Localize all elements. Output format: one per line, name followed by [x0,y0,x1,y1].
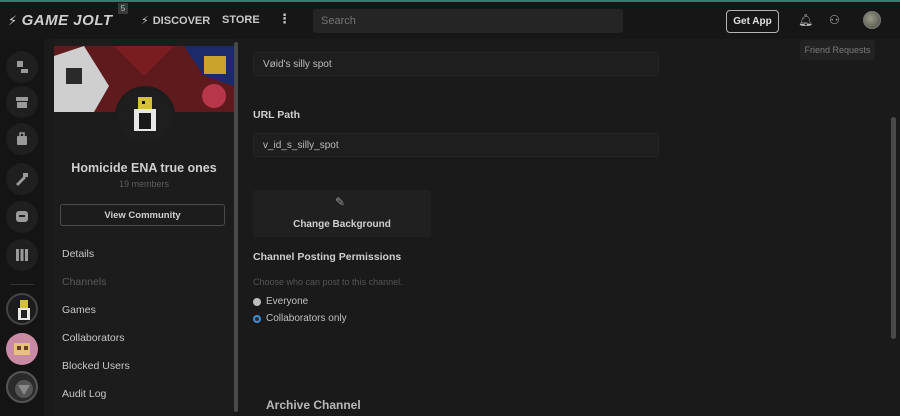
sidebar-item-blocked-users[interactable]: Blocked Users [62,360,130,372]
sidebar-item-audit-log[interactable]: Audit Log [62,388,106,400]
community-avatar-gray[interactable] [6,371,38,403]
get-app-button[interactable]: Get App [726,10,779,33]
nav-discover[interactable]: ⚡ DISCOVER [141,14,211,28]
url-path-label: URL Path [253,109,301,121]
url-path-input[interactable]: v_id_s_silly_spot [253,133,659,157]
channel-settings-form: Vøid's silly spot URL Path v_id_s_silly_… [240,39,890,416]
main-scrollbar[interactable] [891,117,896,339]
store-icon[interactable] [6,86,38,118]
view-community-button[interactable]: View Community [60,204,225,226]
community-avatar-pink[interactable] [6,333,38,365]
bolt-icon: ⚡ [8,12,18,28]
chat-icon[interactable] [6,201,38,233]
community-name: Homicide ENA true ones [71,161,217,175]
user-avatar[interactable] [863,11,881,29]
sidebar-item-details[interactable]: Details [62,248,94,260]
member-count: 19 members [118,179,170,189]
radio-everyone-label: Everyone [266,296,309,307]
discover-icon: ⚡ [141,15,149,27]
radio-collaborators-label: Collaborators only [266,313,347,324]
radio-collaborators-only[interactable]: Collaborators only [253,313,347,324]
version-badge: 5 [118,3,128,14]
more-menu-icon[interactable]: ⋮ [278,11,291,27]
radio-everyone-dot [253,297,261,306]
change-background-button[interactable]: ✎ Change Background [253,190,431,237]
permissions-hint: Choose who can post to this channel. [253,277,403,287]
radio-collaborators-dot [253,314,261,323]
community-sidebar: Homicide ENA true ones 19 members View C… [54,39,234,416]
nav-discover-label: DISCOVER [152,14,211,27]
pencil-icon: ✎ [335,195,346,209]
community-avatar [115,86,175,146]
sidebar-scrollbar[interactable] [234,42,238,412]
search-input[interactable] [313,9,623,33]
nav-store[interactable]: STORE [222,14,260,26]
top-bar: ⚡ GAME JOLT 5 ⚡ DISCOVER STORE ⋮ Get App… [0,0,900,39]
permissions-label: Channel Posting Permissions [253,251,402,263]
logo-text: GAME JOLT [21,12,113,29]
channel-title-input[interactable]: Vøid's silly spot [253,52,659,76]
bag-icon[interactable] [6,123,38,155]
game-jolt-logo[interactable]: ⚡ GAME JOLT [8,12,113,29]
radio-everyone[interactable]: Everyone [253,296,308,307]
activity-icon[interactable] [6,51,38,83]
archive-channel-heading: Archive Channel [266,398,361,412]
sidebar-item-games[interactable]: Games [62,304,96,316]
sidebar-item-collaborators[interactable]: Collaborators [62,332,124,344]
sidebar-item-channels[interactable]: Channels [62,276,106,288]
bell-icon[interactable]: 🔔︎ [798,13,813,27]
left-rail [0,39,44,416]
community-avatar-homicide[interactable] [6,293,38,325]
change-background-label: Change Background [293,219,391,230]
rail-divider [10,284,34,285]
tools-icon[interactable] [6,163,38,195]
friend-requests-icon[interactable]: ⚇ [829,13,840,27]
library-icon[interactable] [6,239,38,271]
